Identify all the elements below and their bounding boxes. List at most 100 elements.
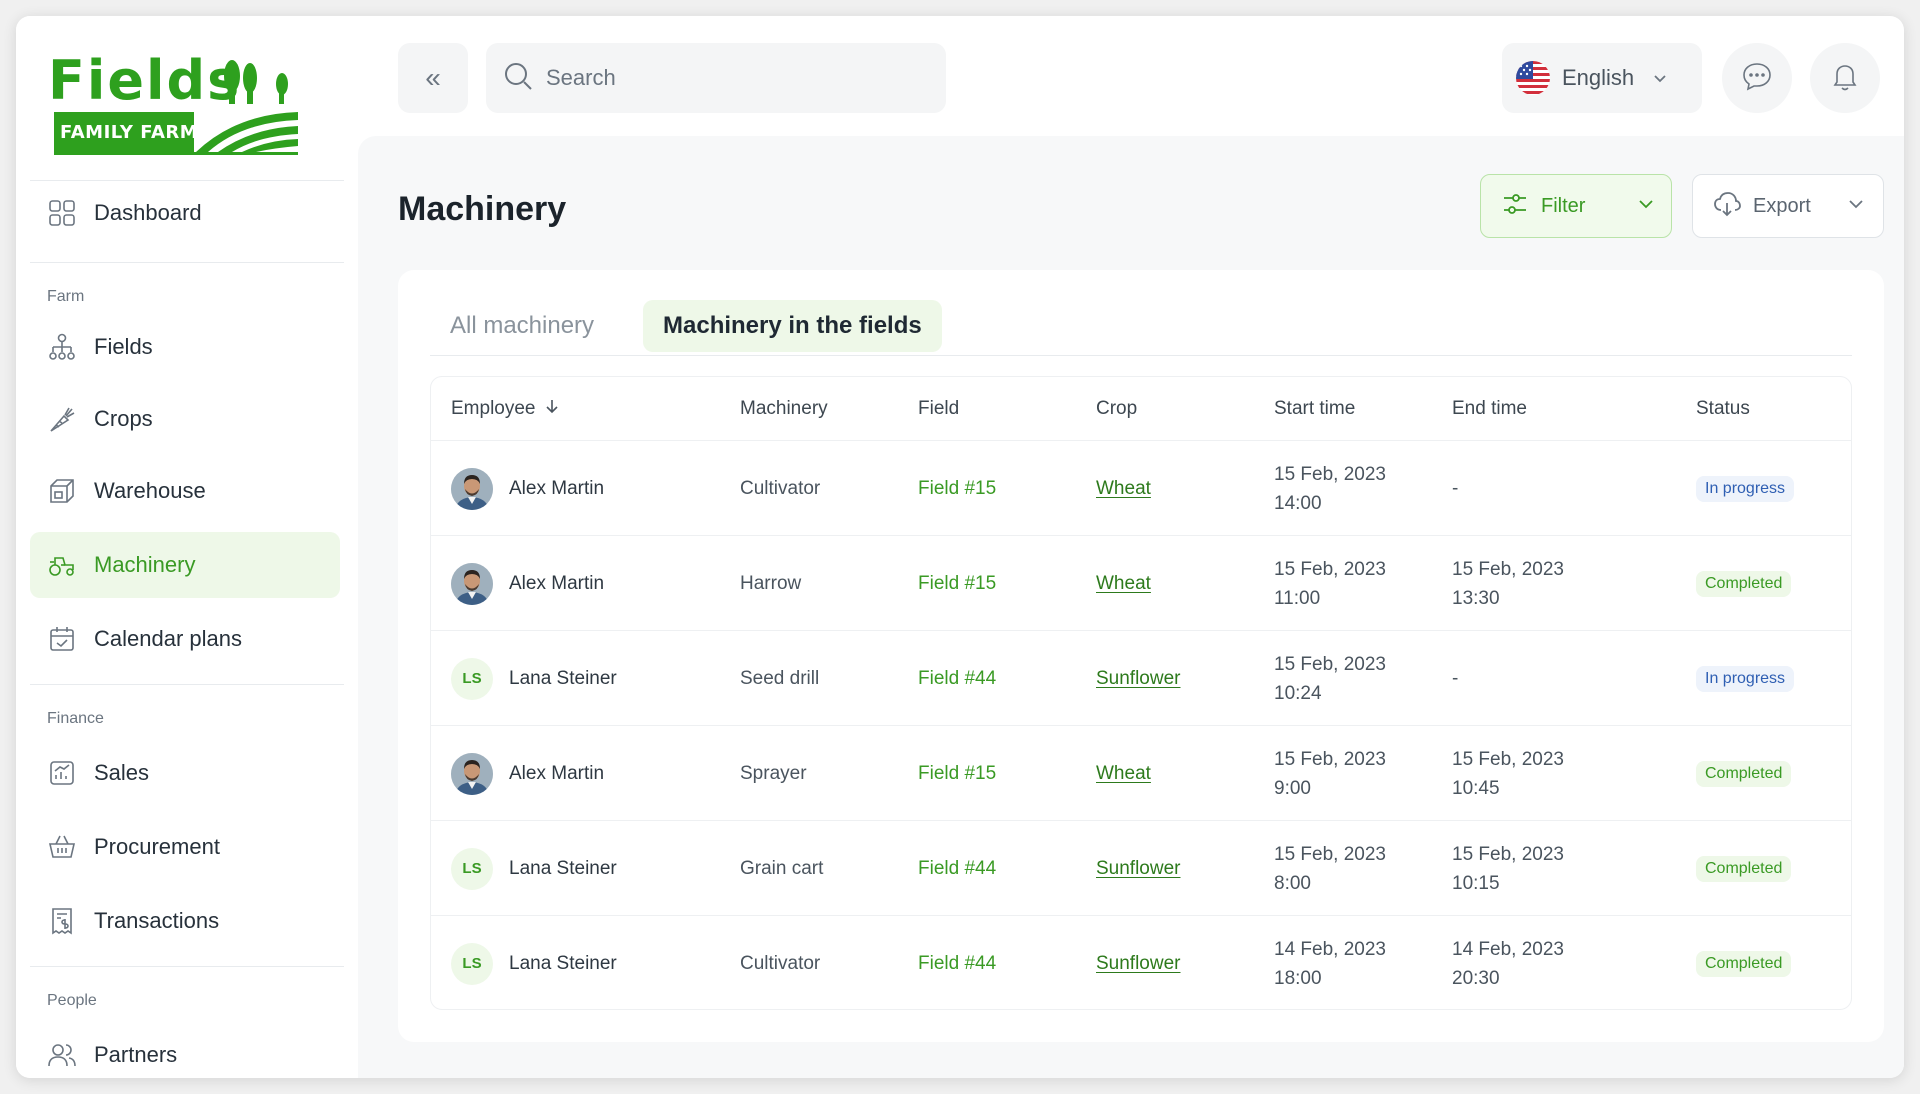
start-time: 9:00 [1274,777,1311,799]
sidebar-item-partners[interactable]: Partners [30,1022,340,1078]
employee-cell: Alex Martin [451,441,604,536]
collapse-sidebar-button[interactable]: « [398,43,468,113]
avatar-photo [451,467,493,510]
tab-machinery-in-fields[interactable]: Machinery in the fields [643,300,942,352]
tab-bar: All machinery Machinery in the fields [430,300,1852,356]
end-date: 14 Feb, 2023 [1452,938,1564,960]
employee-cell: Alex Martin [451,536,604,631]
table-row[interactable]: Alex Martin Harrow Field #15 Wheat 15 Fe… [431,536,1851,631]
start-time: 8:00 [1274,872,1311,894]
avatar: LS [451,657,493,700]
search-icon [502,60,534,97]
sidebar-item-warehouse[interactable]: Warehouse [30,458,340,524]
column-header-field: Field [918,398,960,419]
status-badge: Completed [1696,570,1792,597]
sidebar-item-sales[interactable]: Sales [30,740,340,806]
field-link[interactable]: Field #44 [918,953,996,975]
status-badge: Completed [1696,950,1792,977]
column-header-label: Employee [451,398,536,419]
table-row[interactable]: Alex Martin Cultivator Field #15 Wheat 1… [431,441,1851,536]
sidebar-divider [30,966,344,967]
crop-link[interactable]: Wheat [1096,763,1151,785]
sidebar-item-fields[interactable]: Fields [30,314,340,380]
status-badge: In progress [1696,475,1795,502]
end-time-cell: 14 Feb, 2023 20:30 [1452,916,1564,1009]
machinery-name: Seed drill [740,667,820,689]
column-header-employee[interactable]: Employee [451,377,560,441]
sidebar-item-label: Transactions [94,908,220,933]
sidebar-section-people: People [47,992,97,1009]
sidebar-item-label: Crops [94,406,153,431]
column-header-crop: Crop [1096,398,1138,419]
double-chevron-left-icon: « [425,62,441,93]
sidebar-section-finance: Finance [47,710,104,727]
table-row[interactable]: LS Lana Steiner Seed drill Field #44 Sun… [431,631,1851,726]
export-button[interactable]: Export [1692,174,1884,238]
person-photo-icon [451,752,493,795]
employee-cell: LS Lana Steiner [451,916,617,1009]
notifications-button[interactable] [1810,43,1880,113]
end-date: - [1452,668,1459,689]
employee-name: Alex Martin [509,762,605,784]
crop-link[interactable]: Sunflower [1096,953,1181,975]
start-time-cell: 14 Feb, 2023 18:00 [1274,916,1386,1009]
fields-icon [47,332,77,362]
start-time: 14:00 [1274,492,1322,514]
sidebar-item-label: Sales [94,760,150,785]
search-bar[interactable] [486,43,946,113]
field-link[interactable]: Field #44 [918,668,996,690]
crop-link[interactable]: Sunflower [1096,858,1181,880]
main-content: Machinery Filter Export All machinery Ma… [358,136,1904,1078]
end-time-cell: 15 Feb, 2023 10:15 [1452,821,1564,916]
employee-name: Lana Steiner [509,667,617,689]
brand-tagline: FAMILY FARM [60,122,199,143]
crop-link[interactable]: Wheat [1096,478,1151,500]
filter-label: Filter [1541,194,1586,217]
table-row[interactable]: Alex Martin Sprayer Field #15 Wheat 15 F… [431,726,1851,821]
end-time-cell: - [1452,441,1458,536]
field-link[interactable]: Field #15 [918,573,996,595]
person-photo-icon [451,562,493,605]
avatar-photo [451,752,493,795]
employee-name: Alex Martin [509,477,605,499]
table-row[interactable]: LS Lana Steiner Cultivator Field #44 Sun… [431,916,1851,1009]
sidebar-divider [30,684,344,685]
messages-button[interactable] [1722,43,1792,113]
sidebar-item-crops[interactable]: Crops [30,386,340,452]
sidebar-item-label: Machinery [94,552,196,577]
sidebar-item-dashboard[interactable]: Dashboard [30,180,340,246]
tractor-icon [47,550,77,580]
sidebar-item-machinery[interactable]: Machinery [30,532,340,598]
machinery-name: Sprayer [740,762,807,784]
filter-button[interactable]: Filter [1480,174,1672,238]
end-time: 20:30 [1452,967,1500,989]
avatar: LS [451,942,493,985]
sidebar-item-calendar-plans[interactable]: Calendar plans [30,606,340,672]
sidebar-item-procurement[interactable]: Procurement [30,814,340,880]
brand-logo[interactable]: Fields FAMILY FARM [46,54,306,164]
start-time: 10:24 [1274,682,1322,704]
start-date: 14 Feb, 2023 [1274,938,1386,960]
search-input[interactable] [546,65,926,91]
field-link[interactable]: Field #15 [918,763,996,785]
page-title: Machinery [398,190,567,228]
language-selector[interactable]: English [1502,43,1702,113]
tab-all-machinery[interactable]: All machinery [430,300,614,352]
start-time-cell: 15 Feb, 2023 10:24 [1274,631,1386,726]
field-link[interactable]: Field #44 [918,858,996,880]
carrot-icon [47,404,77,434]
column-header-machinery: Machinery [740,398,828,419]
field-link[interactable]: Field #15 [918,478,996,500]
crop-link[interactable]: Sunflower [1096,668,1181,690]
chevron-down-icon [1637,195,1655,218]
table-row[interactable]: LS Lana Steiner Grain cart Field #44 Sun… [431,821,1851,916]
sidebar-item-transactions[interactable]: Transactions [30,888,340,954]
employee-name: Lana Steiner [509,952,617,974]
sidebar-item-label: Partners [94,1042,178,1067]
status-badge: In progress [1696,665,1795,692]
end-date: - [1452,478,1459,499]
crop-link[interactable]: Wheat [1096,573,1151,595]
users-icon [47,1040,77,1070]
arrow-down-icon [544,398,560,420]
chat-bubble-icon [1741,60,1773,97]
